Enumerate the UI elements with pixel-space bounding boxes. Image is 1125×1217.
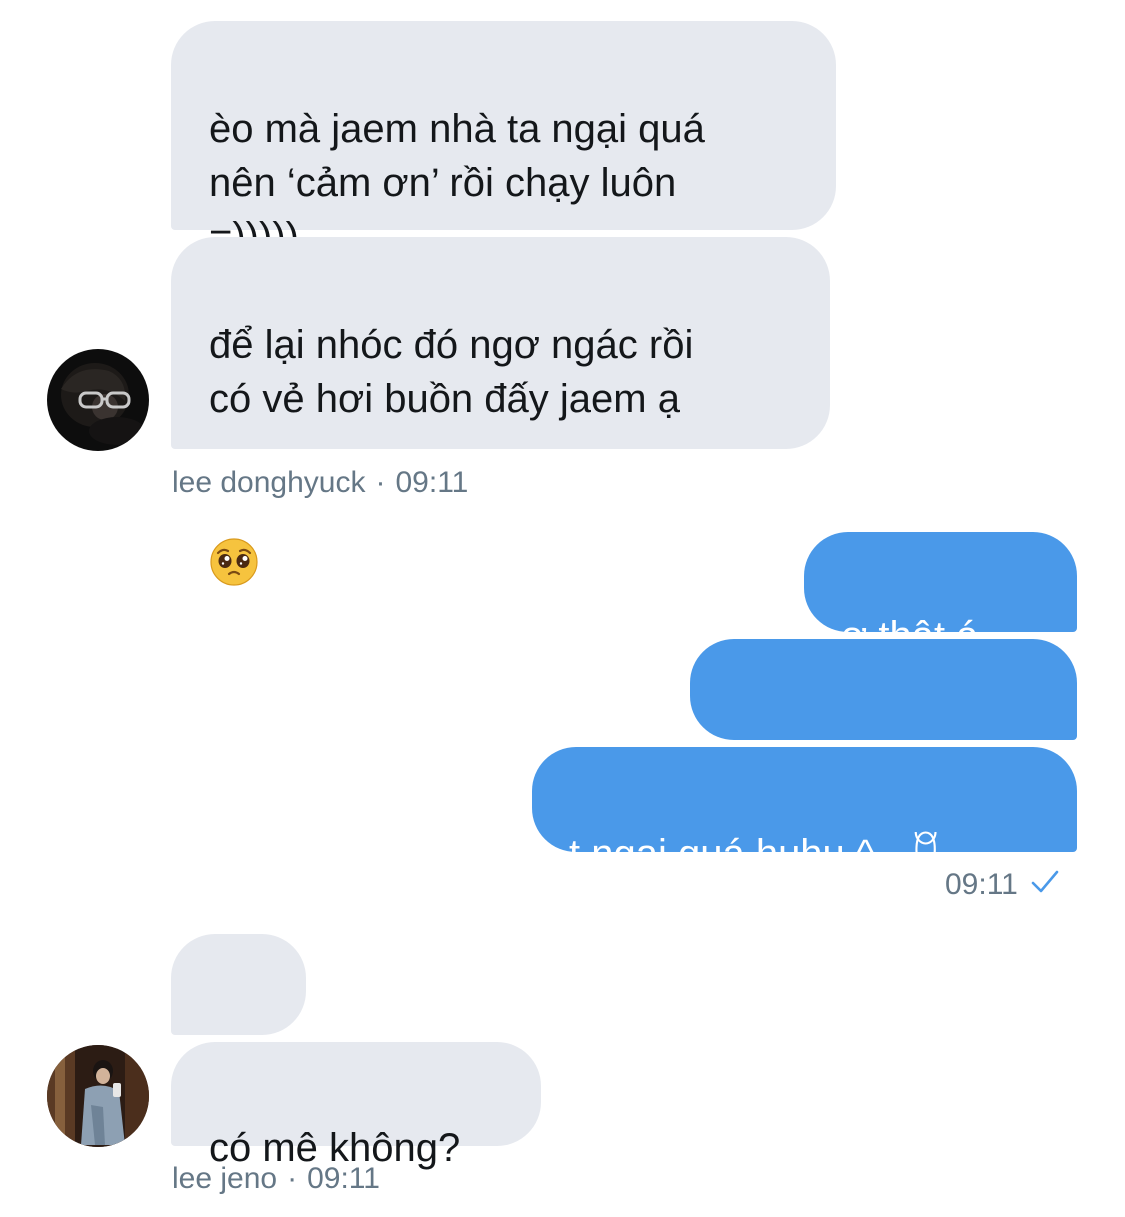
message-text: để lại nhóc đó ngơ ngác rồi có vẻ hơi bu…	[209, 323, 694, 421]
meta-separator: ·	[375, 466, 386, 499]
avatar-lee-donghyuck[interactable]	[47, 349, 149, 451]
timestamp: 09:11	[945, 868, 1018, 901]
incoming-message[interactable]: có mê không?	[171, 1042, 541, 1170]
incoming-message[interactable]: èo mà jaem nhà ta ngại quá nên ‘cảm ơn’ …	[171, 21, 836, 259]
meta-separator: ·	[287, 1162, 298, 1195]
avatar-lee-jeno[interactable]	[47, 1045, 149, 1147]
sender-name: lee jeno	[172, 1162, 278, 1195]
outgoing-message[interactable]: t ngại quá huhu ^·̫ .ꆧ	[532, 747, 1077, 876]
checkmark-icon	[1030, 869, 1060, 903]
outgoing-emoji-message[interactable]	[690, 639, 1077, 826]
message-meta: 09:11	[945, 868, 1060, 903]
chat-thread: èo mà jaem nhà ta ngại quá nên ‘cảm ơn’ …	[0, 0, 1125, 1217]
incoming-emoji-message[interactable]	[171, 934, 306, 1120]
message-meta: lee jeno · 09:11	[172, 1162, 380, 1196]
timestamp: 09:11	[307, 1162, 380, 1195]
message-meta: lee donghyuck · 09:11	[172, 466, 468, 500]
message-text: t ngại quá huhu ^·̫ .ꆧ	[569, 832, 942, 876]
incoming-message[interactable]: để lại nhóc đó ngơ ngác rồi có vẻ hơi bu…	[171, 237, 830, 587]
timestamp: 09:11	[395, 466, 469, 499]
outgoing-message[interactable]: ơ thật á ..	[804, 532, 1077, 658]
sender-name: lee donghyuck	[172, 466, 366, 499]
